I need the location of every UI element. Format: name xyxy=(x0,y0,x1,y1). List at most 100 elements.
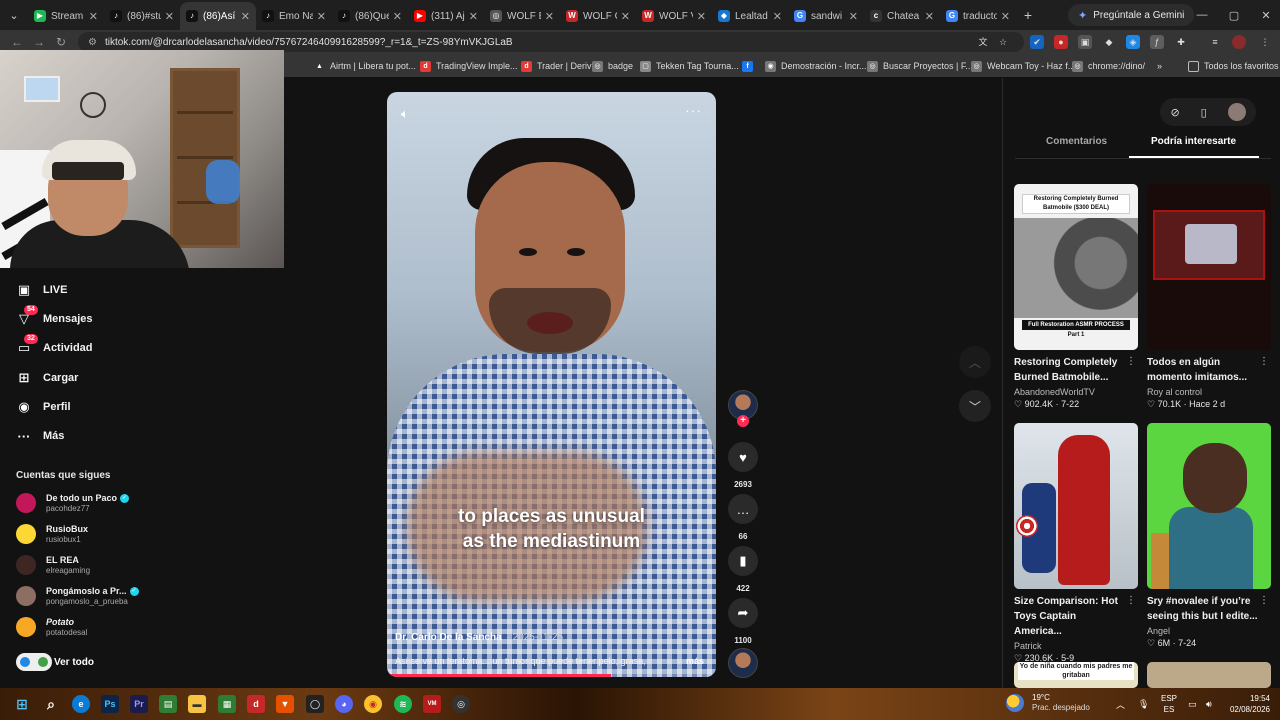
card-menu-icon[interactable]: ⋮ xyxy=(1126,356,1136,367)
tab-close-icon[interactable]: ✕ xyxy=(1001,10,1010,23)
tab-close-icon[interactable]: ✕ xyxy=(849,10,858,23)
tab-close-icon[interactable]: ✕ xyxy=(89,10,98,23)
kebab-menu-icon[interactable]: ⋮ xyxy=(1258,35,1272,49)
share-action[interactable]: ➦ 1100 xyxy=(728,598,758,645)
browser-tab[interactable]: ♪ (86)Así ✕ xyxy=(180,2,256,30)
bookmark-item[interactable]: ◉ Demostración - Incr... xyxy=(765,58,867,74)
system-clock[interactable]: 19:54 02/08/2026 xyxy=(1226,693,1270,715)
folder-icon[interactable]: ▬ xyxy=(188,695,206,713)
card-title[interactable]: Size Comparison: Hot Toys Captain Americ… xyxy=(1014,594,1126,639)
user-avatar[interactable] xyxy=(1227,103,1246,121)
browser-tab[interactable]: ♪ Emo Na ✕ xyxy=(256,2,332,30)
store-icon[interactable]: ▤ xyxy=(159,695,177,713)
tab-close-icon[interactable]: ✕ xyxy=(393,10,402,23)
followed-account[interactable]: Pongámoslo a Pr... ✓ pongamoslo_a_prueba xyxy=(16,583,139,609)
sidebar-item-profile[interactable]: ◉ Perfil xyxy=(16,397,70,417)
video-author[interactable]: Dr. Carlo De la Sancha · 2025-11-25 xyxy=(395,632,563,643)
spotify-icon[interactable]: ≋ xyxy=(394,695,412,713)
menu-lines-icon[interactable]: ≡ xyxy=(1208,35,1222,49)
video-player[interactable]: 🔈︎ ··· to places as unusual as the media… xyxy=(387,92,716,677)
brave-icon[interactable]: ▼ xyxy=(276,695,294,713)
edge-icon[interactable]: e xyxy=(72,695,90,713)
language-indicator[interactable]: ESP ES xyxy=(1158,693,1180,715)
recommended-video-card[interactable]: Yo de niña cuando mis padres me gritaban xyxy=(1014,662,1138,688)
video-thumbnail[interactable]: Restoring Completely Burned Batmobile ($… xyxy=(1014,184,1138,350)
translate-icon[interactable]: 文 xyxy=(976,35,990,49)
bookmark-star-icon[interactable]: ☆ xyxy=(996,35,1010,49)
next-video-button[interactable]: ﹀ xyxy=(959,390,991,422)
all-bookmarks-button[interactable]: Todos los favoritos xyxy=(1188,58,1279,74)
volume-icon[interactable]: 🔈︎ xyxy=(401,106,409,122)
video-thumbnail[interactable] xyxy=(1147,423,1271,589)
video-thumbnail[interactable] xyxy=(1147,184,1271,350)
deriv-icon[interactable]: d xyxy=(247,695,265,713)
browser-tab[interactable]: W WOLF C ✕ xyxy=(560,2,636,30)
video-progress-bar[interactable] xyxy=(387,674,716,677)
tab-recommended[interactable]: Podría interesarte xyxy=(1151,136,1236,147)
bookmark-item[interactable]: ▢ Tekken Tag Tourna... xyxy=(640,58,739,74)
forward-icon[interactable]: → xyxy=(28,35,50,49)
minimize-icon[interactable]: — xyxy=(1186,0,1218,30)
extensions-puzzle-icon[interactable]: ✚ xyxy=(1174,35,1188,49)
site-info-icon[interactable]: ⚙ xyxy=(88,37,97,48)
windows-start-icon[interactable]: ⊞ xyxy=(13,695,31,713)
bookmark-item[interactable]: f xyxy=(742,58,758,74)
sidebar-item-live[interactable]: ▣ LIVE xyxy=(16,280,68,300)
tab-close-icon[interactable]: ✕ xyxy=(621,10,630,23)
compass-icon[interactable]: ⊘ xyxy=(1170,106,1179,119)
close-window-icon[interactable]: ✕ xyxy=(1250,0,1280,30)
recommended-video-card[interactable]: Restoring Completely Burned Batmobile ($… xyxy=(1014,184,1138,410)
previous-video-button[interactable]: ︿ xyxy=(959,346,991,378)
bookmark-item[interactable]: ◎ Buscar Proyectos | F... xyxy=(867,58,973,74)
sound-avatar[interactable] xyxy=(728,648,758,678)
recommended-video-card[interactable]: Size Comparison: Hot Toys Captain Americ… xyxy=(1014,423,1138,664)
video-more-icon[interactable]: ··· xyxy=(685,102,702,118)
photoshop-icon[interactable]: Ps xyxy=(101,695,119,713)
like-action[interactable]: ♥ 2693 xyxy=(728,442,758,489)
maximize-icon[interactable]: ▢ xyxy=(1218,0,1250,30)
comment-action[interactable]: … 66 xyxy=(728,494,758,541)
sidebar-item-upload[interactable]: ⊞ Cargar xyxy=(16,368,79,388)
extension-icon[interactable]: ◆ xyxy=(1102,35,1116,49)
extension-icon[interactable]: ▣ xyxy=(1078,35,1092,49)
tab-close-icon[interactable]: ✕ xyxy=(925,10,934,23)
bookmarks-more-button[interactable]: » xyxy=(1157,58,1162,74)
extension-icon[interactable]: ◈ xyxy=(1126,35,1140,49)
reload-icon[interactable]: ↻ xyxy=(50,35,72,49)
save-action[interactable]: ▮ 422 xyxy=(728,546,758,593)
sidebar-item-activity[interactable]: ▭ 32 Actividad xyxy=(16,334,93,358)
browser-tab[interactable]: W WOLF V ✕ xyxy=(636,2,712,30)
recommended-video-card[interactable]: Sry #novalee if you’re seeing this but I… xyxy=(1147,423,1271,649)
extension-icon[interactable]: ✔ xyxy=(1030,35,1044,49)
browser-tab[interactable]: ◆ Lealtad ✕ xyxy=(712,2,788,30)
bookmark-item[interactable]: d Trader | Deriv xyxy=(521,58,592,74)
gemini-button[interactable]: ✦ Pregúntale a Gemini xyxy=(1068,4,1195,26)
card-author[interactable]: Patrick xyxy=(1014,641,1138,651)
card-menu-icon[interactable]: ⋮ xyxy=(1259,356,1269,367)
card-author[interactable]: AbandonedWorldTV xyxy=(1014,387,1138,397)
browser-tab[interactable]: ▶ (311) Aj ✕ xyxy=(408,2,484,30)
volume-icon[interactable]: 🔊︎ xyxy=(1206,688,1212,720)
followed-account[interactable]: Potato potatodesal xyxy=(16,614,87,640)
see-all-button[interactable]: Ver todo xyxy=(16,652,94,672)
back-icon[interactable]: ← xyxy=(6,35,28,49)
microphone-icon[interactable]: 🎙︎ xyxy=(1138,688,1149,720)
browser-tab[interactable]: ♪ (86)Que ✕ xyxy=(332,2,408,30)
search-icon[interactable]: ⌕ xyxy=(42,695,60,713)
card-menu-icon[interactable]: ⋮ xyxy=(1259,595,1269,606)
tab-close-icon[interactable]: ✕ xyxy=(469,10,478,23)
bookmark-item[interactable]: ◎ badge xyxy=(592,58,633,74)
bookmark-item[interactable]: ◎ chrome://dino/ xyxy=(1072,58,1145,74)
tray-chevron-icon[interactable]: ︿ xyxy=(1116,688,1125,720)
recommended-video-card[interactable] xyxy=(1147,662,1271,688)
app-icon[interactable]: ◯ xyxy=(306,695,324,713)
minecraft-icon[interactable]: ▦ xyxy=(218,695,236,713)
tab-close-icon[interactable]: ✕ xyxy=(317,10,326,23)
card-title[interactable]: Restoring Completely Burned Batmobile... xyxy=(1014,355,1126,385)
video-thumbnail[interactable] xyxy=(1014,423,1138,589)
card-author[interactable]: Roy al control xyxy=(1147,387,1271,397)
weather-widget[interactable]: 19°C Prac. despejado xyxy=(1006,693,1090,713)
tab-comments[interactable]: Comentarios xyxy=(1046,136,1107,147)
profile-avatar[interactable] xyxy=(1232,35,1246,49)
tab-close-icon[interactable]: ✕ xyxy=(697,10,706,23)
